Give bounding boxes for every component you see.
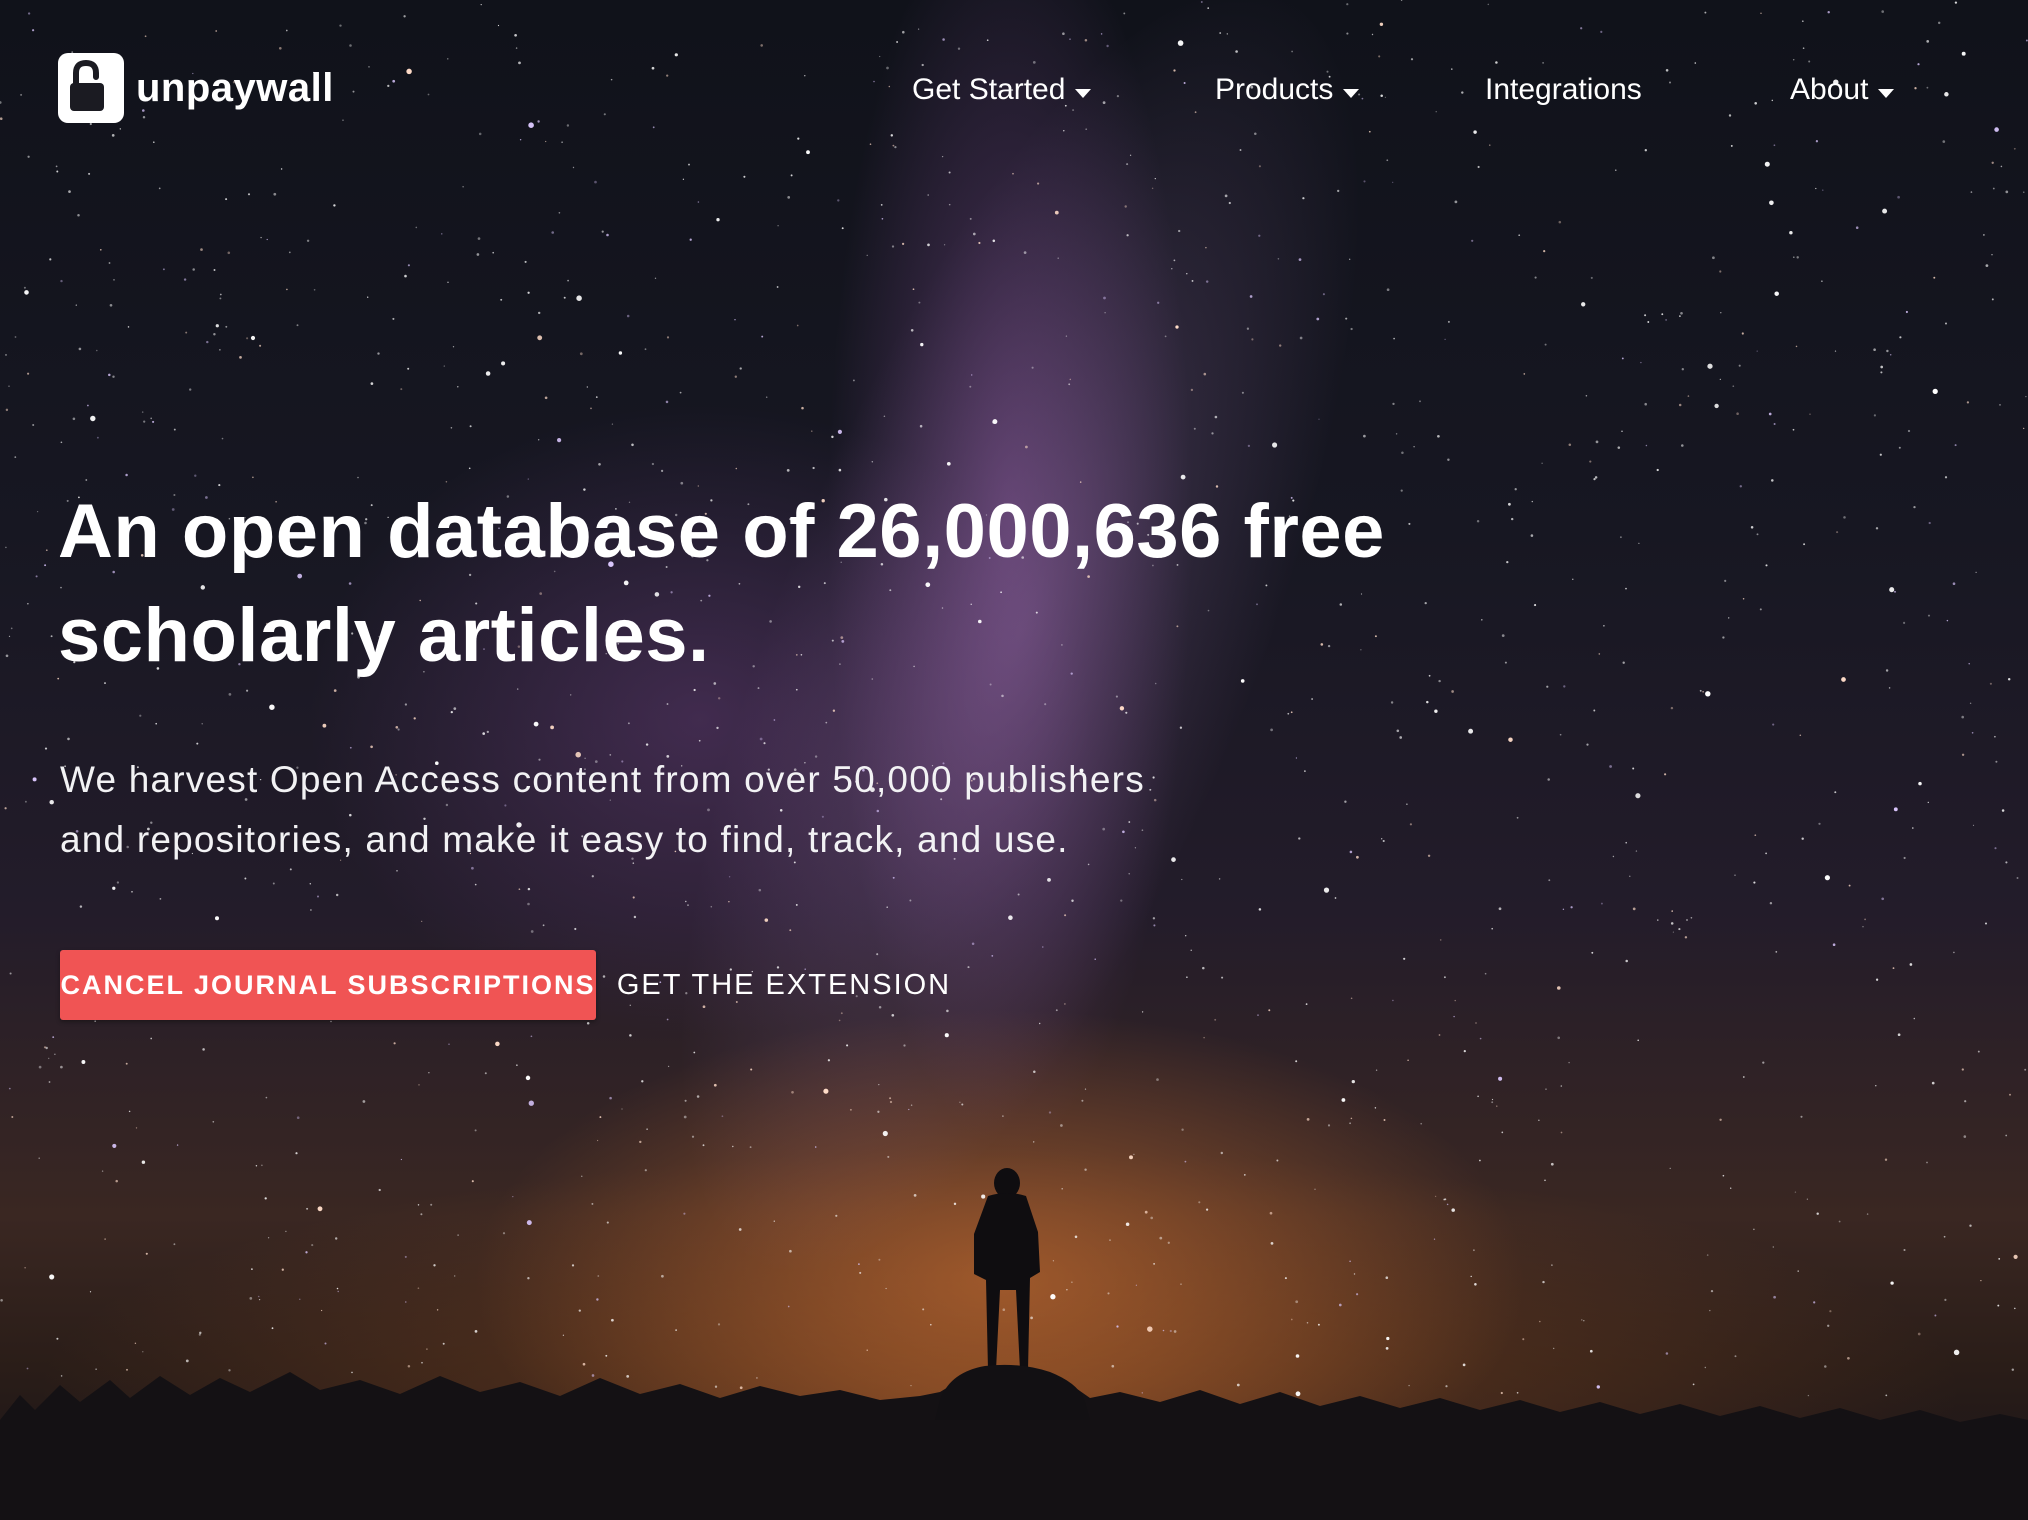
headline-line-2: scholarly articles. [58,593,710,678]
subtext-line-2: and repositories, and make it easy to fi… [60,819,1069,860]
nav-item-get-started[interactable]: Get Started [912,68,1092,112]
nav-item-integrations[interactable]: Integrations [1485,68,1642,112]
unpaywall-logo[interactable]: unpaywall [58,52,334,124]
subtext-line-1: We harvest Open Access content from over… [60,759,1145,800]
caret-down-icon [1075,88,1092,98]
cancel-journal-subscriptions-button[interactable]: CANCEL JOURNAL SUBSCRIPTIONS [60,950,596,1020]
hero-subtext: We harvest Open Access content from over… [60,750,1360,870]
get-the-extension-button[interactable]: GET THE EXTENSION [614,950,954,1020]
person-silhouette [974,1168,1040,1370]
nav-item-label: About [1790,73,1869,106]
headline-line-1: An open database of 26,000,636 free [58,489,1385,574]
hero-headline: An open database of 26,000,636 free scho… [58,480,1558,688]
nav-item-about[interactable]: About [1790,68,1895,112]
nav-item-label: Integrations [1485,73,1642,106]
nav-item-label: Products [1215,73,1334,106]
nav-item-products[interactable]: Products [1215,68,1360,112]
open-padlock-icon [58,53,124,123]
caret-down-icon [1343,88,1360,98]
nav-item-label: Get Started [912,73,1066,106]
rock-silhouette [935,1364,1090,1420]
brand-name: unpaywall [136,65,334,110]
caret-down-icon [1878,88,1895,98]
